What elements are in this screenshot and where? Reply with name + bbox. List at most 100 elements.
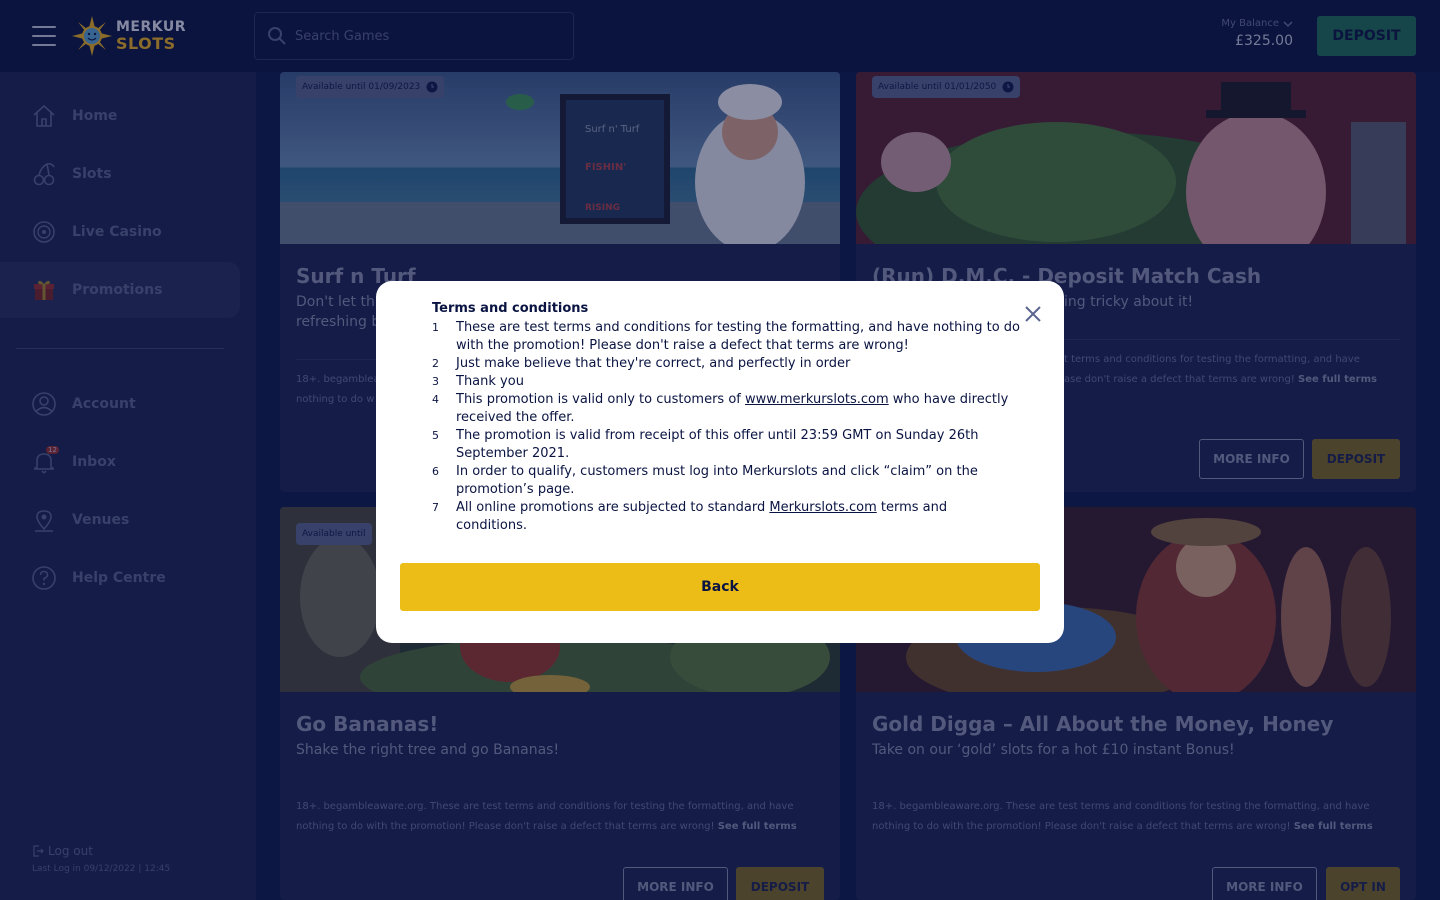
opt-in-button[interactable]: OPT IN [1326,867,1400,900]
terms-line: 18+. begambleaware.org. These are test t… [296,801,794,812]
item-number: 5 [432,429,439,442]
item-text: All online promotions are subjected to s… [456,500,770,515]
deposit-button[interactable]: DEPOSIT [736,867,824,900]
cherry-icon [30,160,58,188]
logo-text-slots: SLOTS [116,34,176,53]
sidebar-item-slots[interactable]: Slots [0,146,240,202]
terms-line: nothing to do with the promotion! Please… [296,821,715,832]
promo-terms: 18+. begambleaware.org. These are test t… [872,797,1400,837]
sidebar-item-account[interactable]: Account [0,376,240,432]
search-input[interactable] [295,28,555,44]
availability-text: Available until [302,529,366,539]
sidebar-item-label: Help Centre [72,570,166,586]
balance-dropdown[interactable]: My Balance £325.00 [1221,18,1293,49]
svg-text:RISING: RISING [585,203,620,213]
sidebar-item-promotions[interactable]: Promotions [0,262,240,318]
promo-subtitle: Don't let th refreshing b [296,294,381,330]
chevron-down-icon [1283,20,1293,27]
item-number: 7 [432,501,439,514]
sidebar: Home Slots Live Casino Promotions Accoun… [0,72,256,900]
terms-modal: Terms and conditions 1 These are test ter… [376,281,1064,643]
terms-item: 4 This promotion is valid only to custome… [432,391,1022,427]
terms-item: 3 Thank you [432,373,1022,391]
search-icon [268,27,286,45]
terms-item: 5 The promotion is valid from receipt of … [432,427,1022,463]
terms-item: 1 These are test terms and conditions for… [432,319,1022,355]
sidebar-divider [16,348,224,349]
terms-item: 6 In order to qualify, customers must log… [432,463,1022,499]
back-button[interactable]: Back [400,563,1040,611]
inbox-count-badge: 12 [46,446,59,454]
promo-subtitle: Shake the right tree and go Bananas! [296,742,560,758]
terms-item: 2 Just make believe that they're correct,… [432,355,1022,373]
availability-badge: Available until 01/01/2050 [872,76,1021,98]
item-number: 6 [432,465,439,478]
logout-link[interactable]: Log out [32,844,93,858]
close-icon[interactable] [1024,305,1042,323]
clock-icon [1002,81,1014,93]
sidebar-item-live-casino[interactable]: Live Casino [0,204,240,260]
merkurslots-terms-link[interactable]: Merkurslots.com [769,500,876,515]
more-info-button[interactable]: MORE INFO [1212,867,1317,900]
sidebar-item-label: Slots [72,166,112,182]
terms-line: t terms and conditions for testing the f… [1064,354,1360,365]
item-text: This promotion is valid only to customer… [456,392,745,407]
sidebar-item-label: Live Casino [72,224,162,240]
item-text: Thank you [456,374,524,389]
item-text: In order to qualify, customers must log … [456,464,978,497]
see-full-terms-link[interactable]: See full terms [1294,821,1373,832]
gift-icon [30,276,58,304]
more-info-button[interactable]: MORE INFO [623,867,728,900]
sidebar-item-label: Venues [72,512,130,528]
balance-amount: £325.00 [1235,33,1293,49]
promo-subtitle: ing tricky about it! [1064,294,1194,310]
logout-icon [33,845,44,857]
promo-title: Go Bananas! [296,712,439,736]
item-text: Just make believe that they're correct, … [456,356,851,371]
merkurslots-link[interactable]: www.merkurslots.com [745,392,889,407]
home-icon [30,102,58,130]
sidebar-item-label: Home [72,108,118,124]
terms-item: 7 All online promotions are subjected to … [432,499,1022,535]
sidebar-item-home[interactable]: Home [0,88,240,144]
item-number: 4 [432,393,439,406]
user-icon [30,390,58,418]
availability-text: Available until 01/01/2050 [878,82,997,92]
merkur-slots-logo[interactable]: MERKUR SLOTS [72,14,192,58]
deposit-button[interactable]: DEPOSIT [1312,439,1400,479]
terms-line: 18+. begambleaware.org. These are test t… [872,801,1370,812]
bell-icon: 12 [30,446,59,476]
see-full-terms-link[interactable]: See full terms [1298,374,1377,385]
sidebar-item-label: Account [72,396,136,412]
roulette-icon [30,218,58,246]
menu-icon[interactable] [32,26,56,46]
sidebar-item-label: Inbox [72,454,116,470]
see-full-terms-link[interactable]: See full terms [718,821,797,832]
svg-text:Surf n' Turf: Surf n' Turf [585,124,640,135]
deposit-button[interactable]: DEPOSIT [1317,16,1416,56]
clock-icon [426,81,438,93]
promo-terms: t terms and conditions for testing the f… [1064,350,1404,390]
promo-title: Gold Digga – All About the Money, Honey [872,712,1334,736]
item-text: The promotion is valid from receipt of t… [456,428,979,461]
item-number: 2 [432,357,439,370]
logo-text-merkur: MERKUR [116,19,187,35]
promo-subtitle: Take on our ‘gold’ slots for a hot £10 i… [872,742,1235,758]
search-box[interactable] [254,12,574,60]
balance-label: My Balance [1221,18,1279,29]
divider [1064,339,1400,340]
item-number: 1 [432,321,439,334]
modal-title: Terms and conditions [432,301,589,316]
promo-terms: 18+. begambleaware.org. These are test t… [296,797,824,837]
top-bar: MERKUR SLOTS My Balance £325.00 DEPOSIT [0,0,1440,72]
item-number: 3 [432,375,439,388]
more-info-button[interactable]: MORE INFO [1199,439,1304,479]
sidebar-item-venues[interactable]: Venues [0,492,240,548]
logout-label: Log out [48,844,93,858]
sidebar-item-inbox[interactable]: 12 Inbox [0,434,240,490]
svg-text:FISHIN': FISHIN' [585,162,626,173]
terms-list: 1 These are test terms and conditions for… [432,319,1022,535]
sidebar-item-help-centre[interactable]: Help Centre [0,550,240,606]
location-icon [30,506,58,534]
item-text: These are test terms and conditions for … [456,320,1021,353]
